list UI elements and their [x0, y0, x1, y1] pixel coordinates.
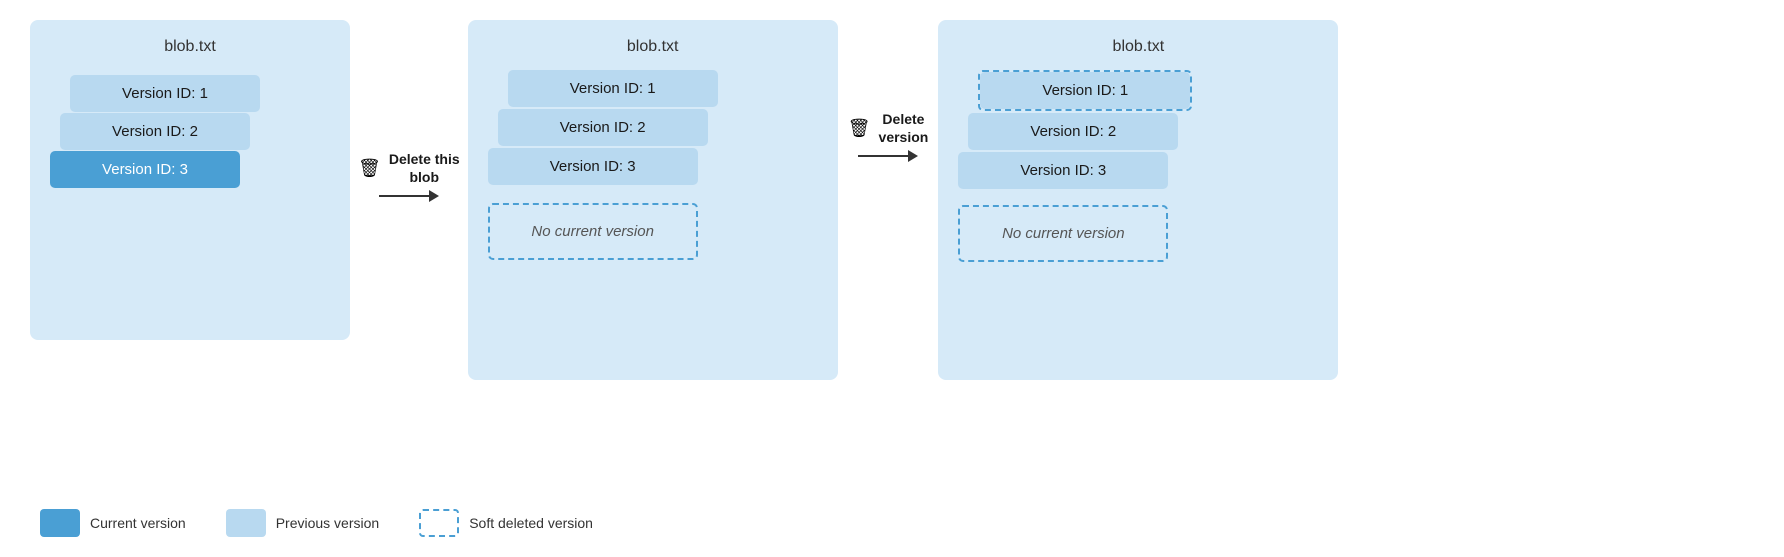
diagram1-version1: Version ID: 1	[70, 75, 260, 112]
diagram3-version3: Version ID: 3	[958, 152, 1168, 189]
diagram3-version1: Version ID: 1	[980, 72, 1190, 109]
action2-group: 🗑 Deleteversion	[838, 110, 939, 162]
trash-icon-2: 🗑	[848, 118, 871, 139]
legend-box-soft-deleted	[419, 509, 459, 537]
legend-item-current: Current version	[40, 509, 186, 537]
legend-label-current: Current version	[90, 515, 186, 531]
diagram3-version1-wrap: Version ID: 1	[978, 70, 1192, 111]
diagram2-container: blob.txt Version ID: 1 Version ID: 2 Ver…	[468, 20, 838, 380]
action2-label: Deleteversion	[879, 110, 929, 146]
action1-arrow	[379, 190, 439, 202]
diagram2-title: blob.txt	[488, 38, 818, 56]
action1-group: 🗑 Delete thisblob	[350, 150, 468, 202]
diagram2-version3: Version ID: 3	[488, 148, 698, 185]
action1-label: Delete thisblob	[389, 150, 460, 186]
diagram1-versions: Version ID: 1 Version ID: 2 Version ID: …	[50, 75, 250, 235]
diagram1-version2: Version ID: 2	[60, 113, 250, 150]
trash-icon-1: 🗑	[358, 158, 381, 179]
legend-item-soft-deleted: Soft deleted version	[419, 509, 593, 537]
main-diagrams-area: blob.txt Version ID: 1 Version ID: 2 Ver…	[30, 20, 1754, 493]
diagram3-container: blob.txt Version ID: 1 Version ID: 2 Ver…	[938, 20, 1338, 380]
legend-box-current	[40, 509, 80, 537]
diagram2-version2: Version ID: 2	[498, 109, 708, 146]
legend-box-previous	[226, 509, 266, 537]
legend: Current version Previous version Soft de…	[30, 509, 1754, 537]
diagram3-no-current: No current version	[958, 205, 1168, 262]
diagram3-title: blob.txt	[958, 38, 1318, 56]
legend-label-soft-deleted: Soft deleted version	[469, 515, 593, 531]
diagram3-version2: Version ID: 2	[968, 113, 1178, 150]
diagram2-version1: Version ID: 1	[508, 70, 718, 107]
legend-item-previous: Previous version	[226, 509, 380, 537]
diagram2-versions: Version ID: 1 Version ID: 2 Version ID: …	[488, 70, 718, 187]
diagram1-version3: Version ID: 3	[50, 151, 240, 188]
action2-arrow	[858, 150, 918, 162]
diagram1-title: blob.txt	[50, 38, 330, 56]
diagram1-container: blob.txt Version ID: 1 Version ID: 2 Ver…	[30, 20, 350, 340]
legend-label-previous: Previous version	[276, 515, 380, 531]
diagram2-no-current: No current version	[488, 203, 698, 260]
diagram3-versions: Version ID: 1 Version ID: 2 Version ID: …	[958, 70, 1192, 189]
